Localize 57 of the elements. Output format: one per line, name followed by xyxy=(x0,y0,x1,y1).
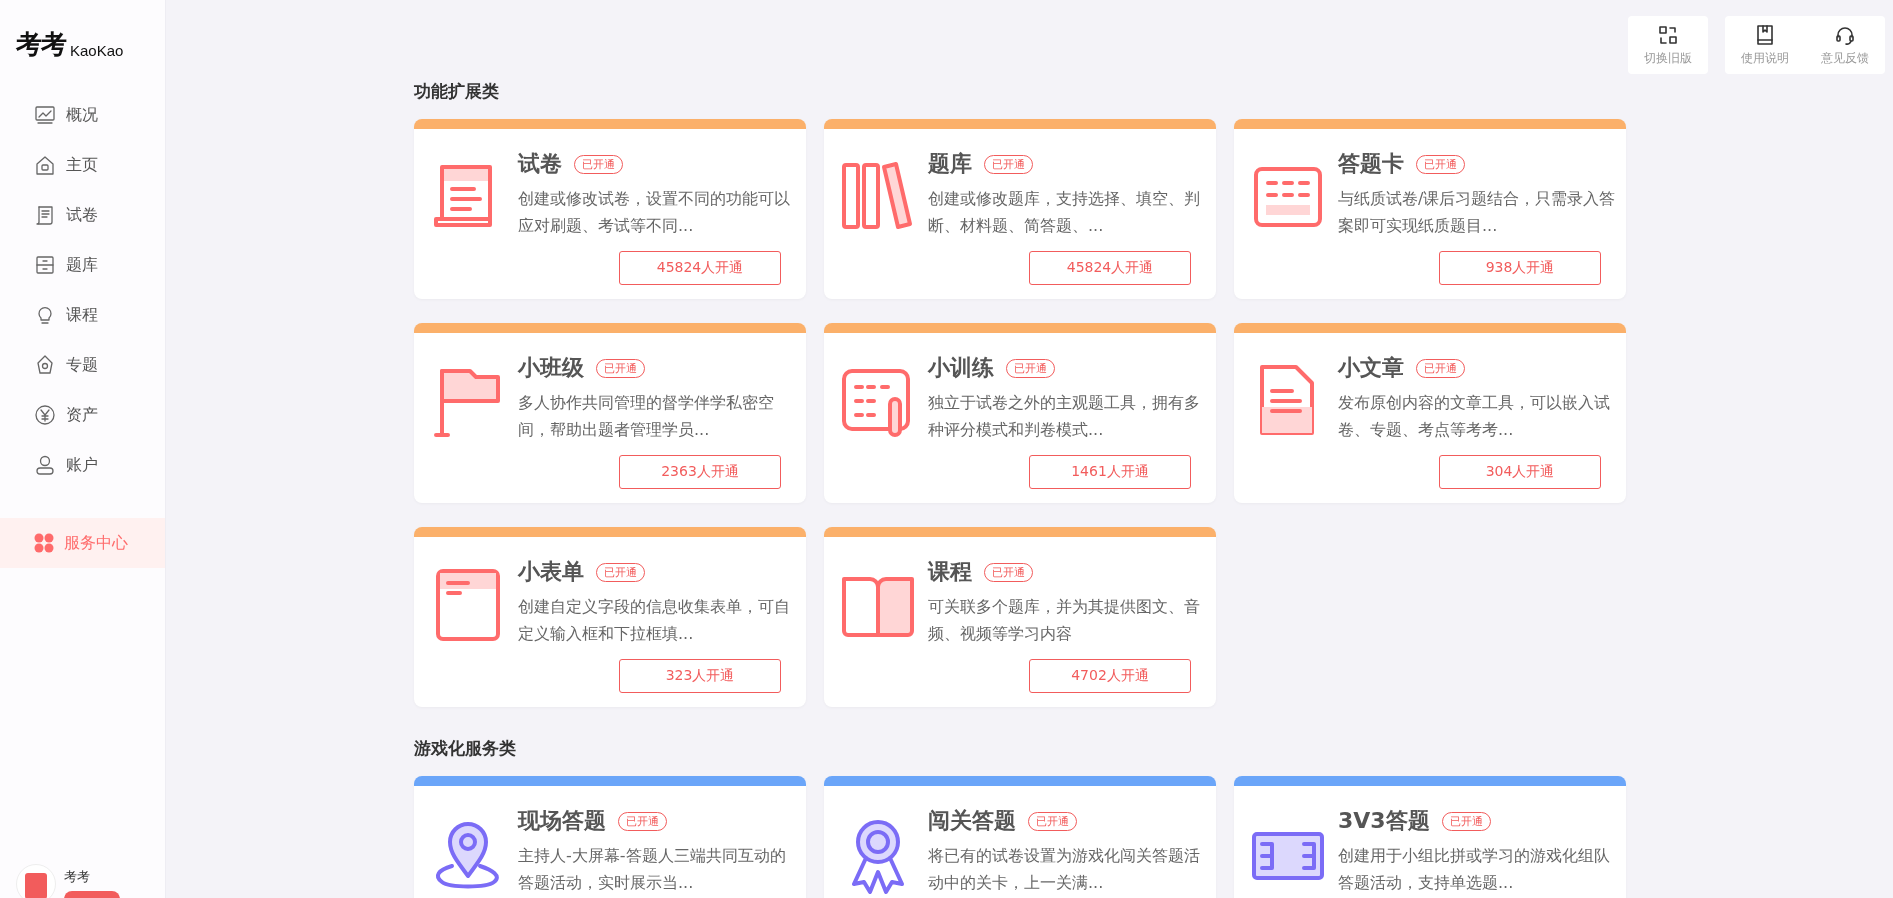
card-title: 3V3答题 xyxy=(1338,807,1430,835)
toolbar-button[interactable]: 切换旧版 xyxy=(1628,16,1708,74)
drawer-icon xyxy=(34,254,56,276)
card-title: 小文章 xyxy=(1338,354,1404,382)
toolbar-button[interactable]: 使用说明 xyxy=(1725,16,1805,74)
avatar[interactable] xyxy=(16,864,56,898)
logo-latin-text: KaoKao xyxy=(70,42,124,61)
card-title: 小训练 xyxy=(928,354,994,382)
card-description: 多人协作共同管理的督学伴学私密空间，帮助出题者管理学员... xyxy=(518,392,775,441)
subscriber-count-button[interactable]: 45824人开通 xyxy=(1029,251,1191,285)
sidebar-item[interactable]: 资产 xyxy=(0,390,165,440)
switch-icon xyxy=(1657,23,1679,46)
chart-icon xyxy=(34,104,56,126)
card-description: 创建用于小组比拼或学习的游戏化组队答题活动，支持单选题... xyxy=(1338,845,1611,894)
sidebar-item[interactable]: 概况 xyxy=(0,90,165,140)
card-description: 可关联多个题库，并为其提供图文、音频、视频等学习内容 xyxy=(928,596,1201,645)
sidebar-item[interactable]: 服务中心 xyxy=(0,518,165,568)
card-description: 主持人-大屏幕-答题人三端共同互动的答题活动，实时展示当... xyxy=(518,845,787,894)
yen-icon xyxy=(34,404,56,426)
user-name: 考考 xyxy=(64,868,91,886)
subscriber-count-button[interactable]: 2363人开通 xyxy=(619,455,781,489)
card-description: 创建或修改试卷，设置不同的功能可以应对刷题、考试等不同... xyxy=(518,188,791,237)
section-title: 功能扩展类 xyxy=(414,80,500,103)
card-description: 创建自定义字段的信息收集表单，可自定义输入框和下拉框填... xyxy=(518,596,791,645)
home-icon xyxy=(34,154,56,176)
card-title: 现场答题 xyxy=(518,807,606,835)
subscriber-count-button[interactable]: 4702人开通 xyxy=(1029,659,1191,693)
card-title: 答题卡 xyxy=(1338,150,1404,178)
paper-icon xyxy=(34,204,56,226)
subscriber-count-button[interactable]: 45824人开通 xyxy=(619,251,781,285)
subscriber-count-button[interactable]: 1461人开通 xyxy=(1029,455,1191,489)
sidebar-item[interactable]: 专题 xyxy=(0,340,165,390)
subscriber-count-button[interactable]: 938人开通 xyxy=(1439,251,1601,285)
card-title: 题库 xyxy=(928,150,972,178)
logo-text: 考考 xyxy=(16,28,66,61)
sidebar-item[interactable]: 试卷 xyxy=(0,190,165,240)
card-description: 创建或修改题库，支持选择、填空、判断、材料题、简答题、... xyxy=(928,188,1201,237)
sidebar-item[interactable]: 课程 xyxy=(0,290,165,340)
subscriber-count-button[interactable]: 304人开通 xyxy=(1439,455,1601,489)
card-title: 小班级 xyxy=(518,354,584,382)
card-description: 发布原创内容的文章工具，可以嵌入试卷、专题、考点等考考... xyxy=(1338,392,1611,441)
sidebar-item[interactable]: 题库 xyxy=(0,240,165,290)
section-title: 游戏化服务类 xyxy=(414,737,517,760)
card-title: 课程 xyxy=(928,558,972,586)
subscriber-count-button[interactable]: 323人开通 xyxy=(619,659,781,693)
card-title: 闯关答题 xyxy=(928,807,1016,835)
sidebar-item[interactable]: 账户 xyxy=(0,440,165,490)
card-title: 试卷 xyxy=(518,150,562,178)
card-title: 小表单 xyxy=(518,558,584,586)
clover-icon xyxy=(34,533,54,553)
sidebar-item[interactable]: 主页 xyxy=(0,140,165,190)
toolbar-button[interactable]: 意见反馈 xyxy=(1805,16,1885,74)
card-description: 将已有的试卷设置为游戏化闯关答题活动中的关卡，上一关满... xyxy=(928,845,1201,894)
card-description: 与纸质试卷/课后习题结合，只需录入答案即可实现纸质题目... xyxy=(1338,188,1617,237)
book-icon xyxy=(1754,23,1776,46)
card-description: 独立于试卷之外的主观题工具，拥有多种评分模式和判卷模式... xyxy=(928,392,1201,441)
user-icon xyxy=(34,454,56,476)
